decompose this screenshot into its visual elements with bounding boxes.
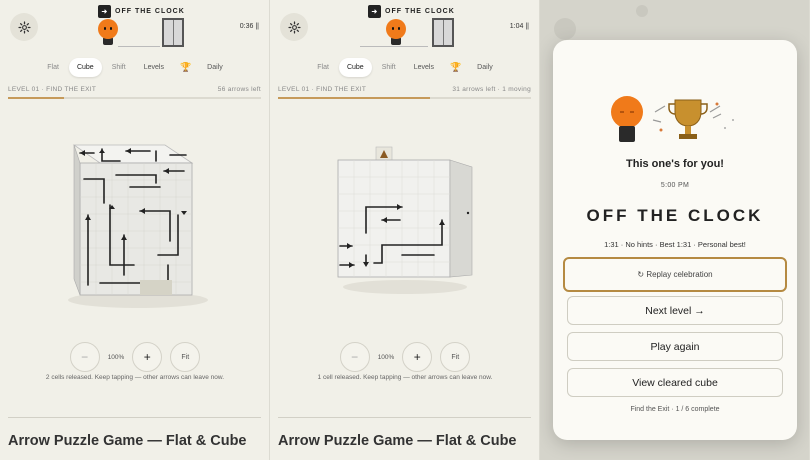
game-panel-flat-cube-1: OFF THE CLOCK 0:36 || Flat Cube Shift Le… [0,0,270,460]
zoom-in-button[interactable]: + [132,342,163,372]
zoom-controls: − 100% + Fit [0,342,269,372]
level-label: LEVEL 01 · FIND THE EXIT [278,86,367,93]
zoom-level: 100% [377,353,395,361]
zoom-level: 100% [107,353,125,361]
tab-cube[interactable]: Cube [338,58,372,77]
play-again-button[interactable]: Play again [567,332,783,361]
hint-text: 2 cells released. Keep tapping — other a… [45,374,225,381]
level-info-row: LEVEL 01 · FIND THE EXIT 56 arrows left [8,86,261,93]
trophy-icon [674,99,702,127]
exit-door-icon [162,18,184,47]
runner-character [611,96,643,128]
exit-icon [368,5,381,18]
runner-character [386,19,406,47]
brand-title: OFF THE CLOCK [385,8,455,15]
divider [278,417,531,418]
tab-levels[interactable]: Levels [136,58,172,77]
page-title: Arrow Puzzle Game — Flat & Cube [8,433,247,449]
settings-button-blurred [554,18,576,40]
tab-cube[interactable]: Cube [68,58,102,77]
arrows-remaining: 56 arrows left [217,86,261,93]
cube-left-face [73,144,81,296]
next-level-button[interactable]: Next level → [567,296,783,325]
tab-flat[interactable]: Flat [309,58,337,77]
brand-header: OFF THE CLOCK [98,5,185,18]
brand-header: OFF THE CLOCK [368,5,455,18]
trophy-icon[interactable]: 🏆 [444,62,467,73]
brand-icon-blurred [636,5,648,17]
game-panel-flat-cube-2: OFF THE CLOCK 1:04 || Flat Cube Shift Le… [270,0,540,460]
tab-daily[interactable]: Daily [199,58,231,77]
modal-time: 5:00 PM [660,182,690,189]
view-cleared-cube-button[interactable]: View cleared cube [567,368,783,397]
exit-door-icon [432,18,454,47]
tab-levels[interactable]: Levels [406,58,442,77]
level-progress-fill [8,97,64,99]
exit-icon [98,5,111,18]
trophy-icon[interactable]: 🏆 [174,62,197,73]
tab-shift[interactable]: Shift [104,58,134,77]
cube-front-face [79,162,193,296]
chapter-progress: Find the Exit · 1 / 6 complete [630,406,720,413]
tab-shift[interactable]: Shift [374,58,404,77]
mode-tabs: Flat Cube Shift Levels 🏆 Daily [270,58,539,77]
level-progress-bar [8,97,261,99]
modal-brand-title: OFF THE CLOCK [586,206,764,225]
celebration-illustration [611,96,734,142]
hint-text: 1 cell released. Keep tapping — other ar… [317,374,493,381]
page-title: Arrow Puzzle Game — Flat & Cube [278,433,517,449]
tab-flat[interactable]: Flat [39,58,67,77]
arrows-remaining: 31 arrows left · 1 moving [452,86,531,93]
completion-stats: 1:31 · No hints · Best 1:31 · Personal b… [604,240,746,249]
settings-button[interactable] [280,13,308,41]
celebration-panel: This one's for you! 5:00 PM OFF THE CLOC… [540,0,810,460]
level-info-row: LEVEL 01 · FIND THE EXIT 31 arrows left … [278,86,531,93]
cube-front-face [337,159,451,278]
brand-title: OFF THE CLOCK [115,8,185,15]
divider [8,417,261,418]
replay-celebration-button[interactable]: ↻ Replay celebration [563,257,787,292]
zoom-controls: − 100% + Fit [270,342,539,372]
runner-track [118,46,160,47]
modal-heading: This one's for you! [626,158,724,170]
arrow-cube-puzzle[interactable] [310,115,500,315]
game-timer[interactable]: 0:36 || [240,23,259,30]
zoom-in-button[interactable]: + [402,342,433,372]
level-progress-bar [278,97,531,99]
zoom-out-button[interactable]: − [69,342,100,372]
gear-icon [287,20,301,34]
mode-tabs: Flat Cube Shift Levels 🏆 Daily [0,58,269,77]
zoom-fit-button[interactable]: Fit [440,342,471,372]
zoom-out-button[interactable]: − [339,342,370,372]
level-label: LEVEL 01 · FIND THE EXIT [8,86,97,93]
arrow-cube-puzzle[interactable] [40,115,230,315]
cube-right-face [449,159,473,278]
level-progress-fill [278,97,430,99]
runner-character [98,19,118,47]
celebration-modal: This one's for you! 5:00 PM OFF THE CLOC… [553,40,797,440]
zoom-fit-button[interactable]: Fit [170,342,201,372]
game-timer[interactable]: 1:04 || [510,23,529,30]
settings-button[interactable] [10,13,38,41]
tab-daily[interactable]: Daily [469,58,501,77]
gear-icon [17,20,31,34]
cube-top-face [72,144,194,164]
